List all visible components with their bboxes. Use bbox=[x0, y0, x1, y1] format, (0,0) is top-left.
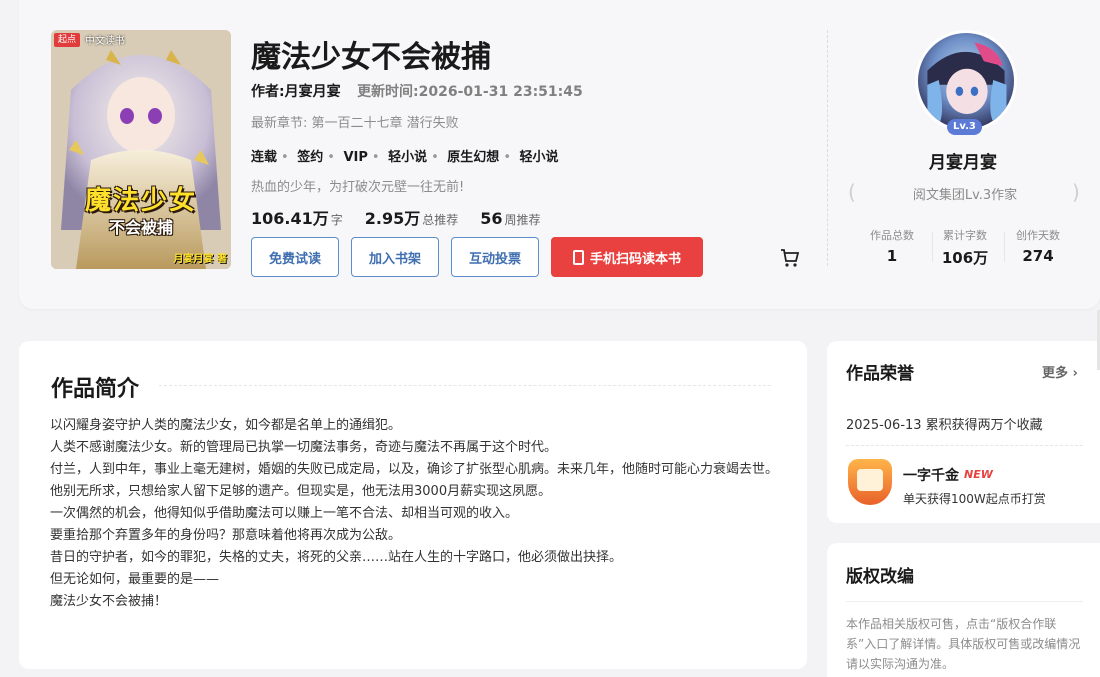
stat-label: 创作天数 bbox=[1016, 229, 1060, 242]
book-cover[interactable]: 起点 中文读书 魔法少女 不会被捕 月宴月宴 著 bbox=[51, 30, 231, 269]
intro-paragraph: 要重拾那个弃置多年的身份吗？那意味着他将再次成为公敌。 bbox=[50, 528, 402, 543]
phone-icon bbox=[572, 249, 584, 265]
stat-label: 作品总数 bbox=[870, 229, 914, 242]
tag[interactable]: 轻小说 bbox=[388, 150, 427, 165]
intro-paragraph: 魔法少女不会被捕！ bbox=[50, 594, 168, 609]
medal-icon bbox=[848, 459, 892, 505]
intro-title-rule bbox=[159, 385, 771, 386]
copyright-divider bbox=[846, 601, 1083, 602]
tag[interactable]: 签约 bbox=[297, 150, 323, 165]
tag[interactable]: 连载 bbox=[251, 150, 277, 165]
tag[interactable]: VIP bbox=[343, 150, 367, 165]
scan-to-read-button[interactable]: 手机扫码读本书 bbox=[551, 237, 703, 277]
update-time: 更新时间:2026-01-31 23:51:45 bbox=[357, 84, 583, 100]
avatar-illustration bbox=[927, 42, 1007, 128]
publisher-label: 中文读书 bbox=[85, 36, 125, 47]
cart-icon[interactable] bbox=[780, 248, 800, 268]
stat-value: 1 bbox=[886, 247, 898, 265]
word-count: 106.41万 bbox=[251, 209, 329, 228]
cover-title: 魔法少女 bbox=[84, 186, 197, 216]
book-slogan: 热血的少年，为打破次元壁一往无前! bbox=[251, 180, 465, 195]
free-trial-button[interactable]: 免费试读 bbox=[251, 237, 339, 277]
author-org: 阅文集团Lv.3作家 bbox=[912, 188, 1018, 203]
weekly-recommend-unit: 周推荐 bbox=[504, 213, 541, 227]
author-link[interactable]: 作者:月宴月宴 bbox=[251, 84, 341, 100]
tag[interactable]: 原生幻想 bbox=[447, 150, 499, 165]
vote-button[interactable]: 互动投票 bbox=[451, 237, 539, 277]
intro-paragraph: 昔日的守护者，如今的罪犯，失格的丈夫，将死的父亲……站在人生的十字路口，他必须做… bbox=[50, 550, 623, 565]
latest-chapter-link[interactable]: 最新章节: 第一百二十七章 潜行失败 bbox=[251, 112, 459, 131]
weekly-recommend: 56 bbox=[480, 209, 503, 228]
book-tags: 连载 • 签约 • VIP • 轻小说 • 原生幻想 • 轻小说 bbox=[251, 150, 559, 165]
intro-title: 作品简介 bbox=[51, 377, 140, 402]
laurel-right-icon: ) bbox=[1072, 180, 1080, 204]
total-recommend-unit: 总推荐 bbox=[422, 213, 459, 227]
tag[interactable]: 轻小说 bbox=[520, 150, 559, 165]
honors-title: 作品荣誉 bbox=[846, 364, 914, 384]
cover-subtitle: 不会被捕 bbox=[108, 218, 173, 237]
publisher-badge: 起点 bbox=[54, 33, 81, 47]
honor-entry: 2025-06-13 累积获得两万个收藏 bbox=[846, 418, 1043, 433]
intro-paragraph: 他别无所求，只想给家人留下足够的遗产。但现实是，他无法用3000月薪实现这夙愿。 bbox=[50, 484, 552, 499]
intro-paragraph: 以闪耀身姿守护人类的魔法少女，如今都是名单上的通缉犯。 bbox=[50, 418, 402, 433]
word-count-unit: 字 bbox=[330, 213, 343, 227]
honors-more-link[interactable]: 更多 › bbox=[1042, 362, 1078, 381]
stat-label: 累计字数 bbox=[943, 229, 987, 242]
cover-author: 月宴月宴 著 bbox=[173, 254, 227, 265]
intro-body: 以闪耀身姿守护人类的魔法少女，如今都是名单上的通缉犯。 人类不感谢魔法少女。新的… bbox=[50, 415, 780, 613]
add-to-shelf-button[interactable]: 加入书架 bbox=[351, 237, 439, 277]
author-stat-works: 作品总数 1 bbox=[857, 227, 927, 265]
new-badge: NEW bbox=[964, 468, 993, 481]
stat-value: 274 bbox=[1022, 247, 1054, 265]
intro-paragraph: 一次偶然的机会，他得知似乎借助魔法可以赚上一笔不合法、却相当可观的收入。 bbox=[50, 506, 519, 521]
copyright-body: 本作品相关版权可售，点击“版权合作联系”入口了解详情。具体版权可售或改编情况请以… bbox=[846, 617, 1081, 671]
intro-card: 作品简介 以闪耀身姿守护人类的魔法少女，如今都是名单上的通缉犯。 人类不感谢魔法… bbox=[19, 341, 807, 669]
honor-badge-name: 一字千金 bbox=[903, 468, 959, 484]
book-meta: 作者:月宴月宴 更新时间:2026-01-31 23:51:45 bbox=[251, 81, 583, 101]
author-avatar[interactable] bbox=[915, 30, 1017, 132]
scan-to-read-label: 手机扫码读本书 bbox=[589, 250, 681, 266]
copyright-card: 版权改编 本作品相关版权可售，点击“版权合作联系”入口了解详情。具体版权可售或改… bbox=[827, 543, 1100, 677]
honors-card: 作品荣誉 更多 › 2025-06-13 累积获得两万个收藏 一字千金 NEW … bbox=[827, 341, 1100, 523]
book-title: 魔法少女不会被捕 bbox=[251, 40, 491, 75]
intro-paragraph: 人类不感谢魔法少女。新的管理局已执掌一切魔法事务，奇迹与魔法不再属于这个时代。 bbox=[50, 440, 558, 455]
total-recommend: 2.95万 bbox=[364, 209, 421, 228]
stat-value: 106万 bbox=[941, 249, 989, 267]
honor-badge-desc: 单天获得100W起点币打赏 bbox=[903, 492, 1046, 506]
author-stat-days: 创作天数 274 bbox=[1003, 227, 1073, 265]
honors-divider bbox=[846, 445, 1083, 446]
intro-paragraph: 但无论如何，最重要的是—— bbox=[50, 572, 220, 587]
laurel-left-icon: ( bbox=[848, 180, 856, 204]
copyright-title: 版权改编 bbox=[846, 567, 914, 587]
header-divider bbox=[827, 30, 828, 266]
author-level-badge: Lv.3 bbox=[947, 119, 982, 135]
book-stats: 106.41万 字 2.95万 总推荐 56 周推荐 bbox=[251, 205, 563, 229]
intro-paragraph: 付兰，人到中年，事业上毫无建树，婚姻的失败已成定局，以及，确诊了扩张型心肌病。未… bbox=[50, 462, 779, 477]
author-name[interactable]: 月宴月宴 bbox=[900, 148, 1026, 173]
author-stat-words: 累计字数 106万 bbox=[930, 227, 1000, 268]
